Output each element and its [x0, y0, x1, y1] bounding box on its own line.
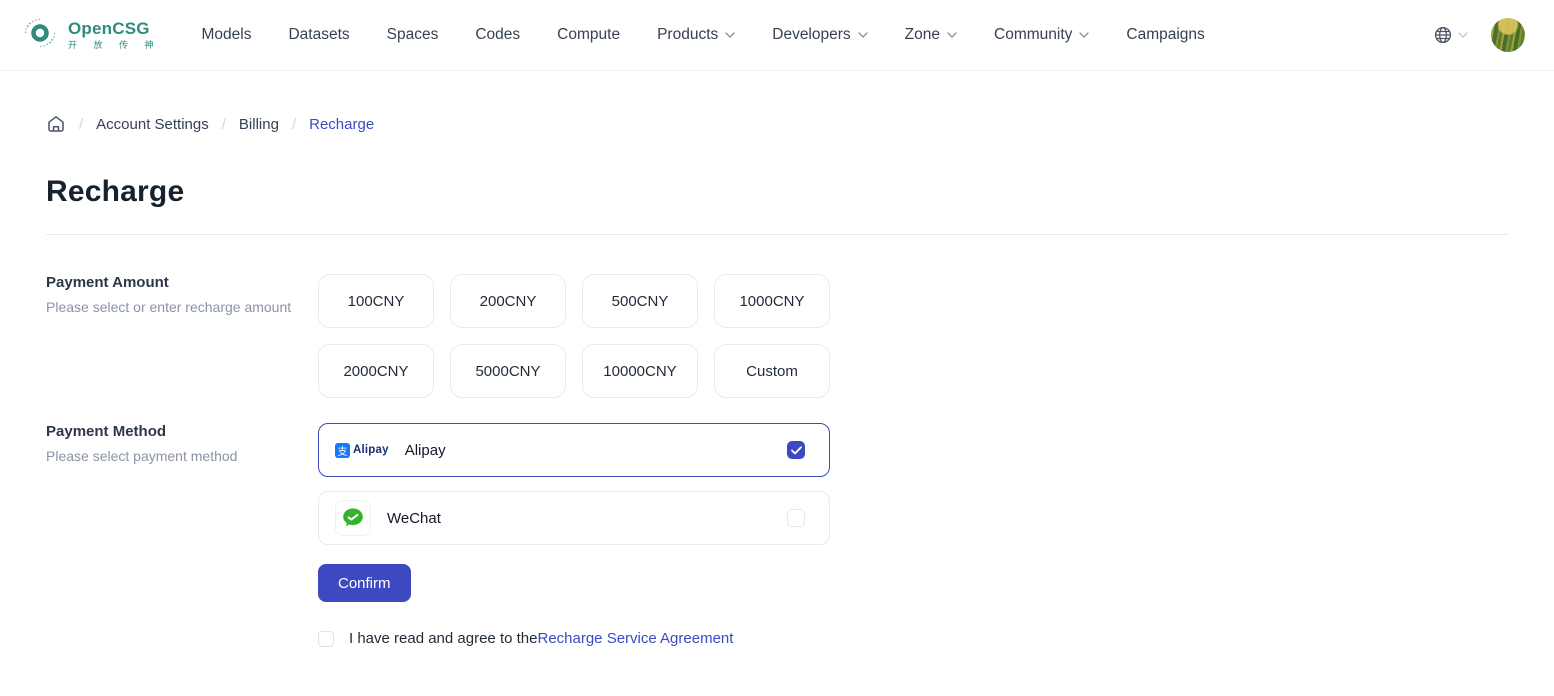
- recharge-page: / Account Settings / Billing / Recharge …: [0, 114, 1554, 647]
- payment-method-hint: Please select payment method: [46, 448, 318, 464]
- breadcrumb-billing[interactable]: Billing: [239, 116, 279, 133]
- nav-spaces[interactable]: Spaces: [387, 26, 439, 44]
- nav-codes[interactable]: Codes: [475, 26, 520, 44]
- payment-amount-label: Payment Amount: [46, 274, 318, 291]
- home-icon[interactable]: [46, 114, 66, 134]
- wechat-pay-icon: [335, 500, 371, 536]
- nav-products[interactable]: Products: [657, 26, 735, 44]
- amount-option-10000cny[interactable]: 10000CNY: [582, 344, 698, 398]
- wechat-label: WeChat: [387, 510, 441, 527]
- amount-option-100cny[interactable]: 100CNY: [318, 274, 434, 328]
- globe-icon: [1434, 26, 1452, 44]
- amount-options-grid: 100CNY 200CNY 500CNY 1000CNY 2000CNY 500…: [318, 274, 830, 398]
- amount-option-custom[interactable]: Custom: [714, 344, 830, 398]
- wechat-checkbox-unchecked[interactable]: [787, 509, 805, 527]
- nav-datasets[interactable]: Datasets: [288, 26, 349, 44]
- main-nav: Models Datasets Spaces Codes Compute Pro…: [202, 26, 1205, 44]
- amount-option-200cny[interactable]: 200CNY: [450, 274, 566, 328]
- breadcrumb-separator: /: [292, 116, 296, 133]
- breadcrumb-recharge-current: Recharge: [309, 116, 374, 133]
- agreement-row: I have read and agree to the Recharge Se…: [318, 630, 1508, 647]
- nav-community[interactable]: Community: [994, 26, 1089, 44]
- nav-zone[interactable]: Zone: [905, 26, 957, 44]
- chevron-down-icon: [725, 32, 735, 38]
- payment-method-section: Payment Method Please select payment met…: [46, 423, 1508, 545]
- language-selector[interactable]: [1434, 26, 1468, 44]
- payment-method-wechat[interactable]: WeChat: [318, 491, 830, 545]
- brand-name-chinese: 开 放 传 神: [68, 41, 161, 50]
- alipay-logo-icon: 支 Alipay: [335, 443, 389, 458]
- nav-models[interactable]: Models: [202, 26, 252, 44]
- payment-amount-hint: Please select or enter recharge amount: [46, 299, 318, 315]
- payment-amount-section: Payment Amount Please select or enter re…: [46, 274, 1508, 398]
- opencsg-logo[interactable]: OpenCSG 开 放 传 神: [20, 13, 161, 58]
- nav-developers[interactable]: Developers: [772, 26, 867, 44]
- nav-campaigns[interactable]: Campaigns: [1126, 26, 1204, 44]
- alipay-checkbox-checked[interactable]: [787, 441, 805, 459]
- chevron-down-icon: [1458, 32, 1468, 38]
- chevron-down-icon: [947, 32, 957, 38]
- breadcrumb: / Account Settings / Billing / Recharge: [46, 114, 1508, 134]
- chevron-down-icon: [858, 32, 868, 38]
- breadcrumb-separator: /: [79, 116, 83, 133]
- chevron-down-icon: [1079, 32, 1089, 38]
- title-divider: [46, 234, 1508, 235]
- amount-option-2000cny[interactable]: 2000CNY: [318, 344, 434, 398]
- top-navigation-bar: OpenCSG 开 放 传 神 Models Datasets Spaces C…: [0, 0, 1554, 71]
- payment-method-list: 支 Alipay Alipay WeChat: [318, 423, 830, 545]
- nav-compute[interactable]: Compute: [557, 26, 620, 44]
- payment-method-label: Payment Method: [46, 423, 318, 440]
- agreement-checkbox[interactable]: [318, 631, 334, 647]
- breadcrumb-account-settings[interactable]: Account Settings: [96, 116, 209, 133]
- recharge-service-agreement-link[interactable]: Recharge Service Agreement: [537, 630, 733, 647]
- opencsg-logo-icon: [20, 13, 60, 58]
- brand-name: OpenCSG: [68, 20, 161, 37]
- confirm-button[interactable]: Confirm: [318, 564, 411, 602]
- page-title: Recharge: [46, 175, 1508, 209]
- amount-option-1000cny[interactable]: 1000CNY: [714, 274, 830, 328]
- user-avatar[interactable]: [1491, 18, 1525, 52]
- amount-option-500cny[interactable]: 500CNY: [582, 274, 698, 328]
- alipay-label: Alipay: [405, 442, 446, 459]
- amount-option-5000cny[interactable]: 5000CNY: [450, 344, 566, 398]
- agreement-text: I have read and agree to the: [349, 630, 537, 647]
- breadcrumb-separator: /: [222, 116, 226, 133]
- payment-method-alipay[interactable]: 支 Alipay Alipay: [318, 423, 830, 477]
